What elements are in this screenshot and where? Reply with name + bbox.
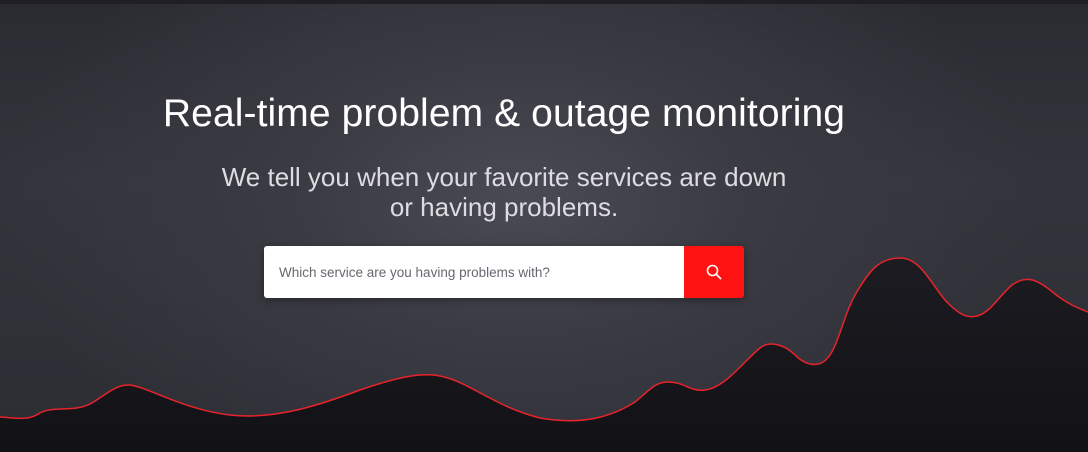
page-title: Real-time problem & outage monitoring [162,92,846,135]
subtitle-line-2: or having problems. [389,192,619,222]
outage-graph [0,257,1088,452]
hero-section: Real-time problem & outage monitoring We… [0,0,1088,452]
search-input[interactable] [264,246,684,298]
page-subtitle: We tell you when your favorite services … [204,162,804,222]
search-icon [706,264,722,280]
subtitle-line-1: We tell you when your favorite services … [221,162,787,192]
search-button[interactable] [684,246,744,298]
search-form [264,246,744,298]
